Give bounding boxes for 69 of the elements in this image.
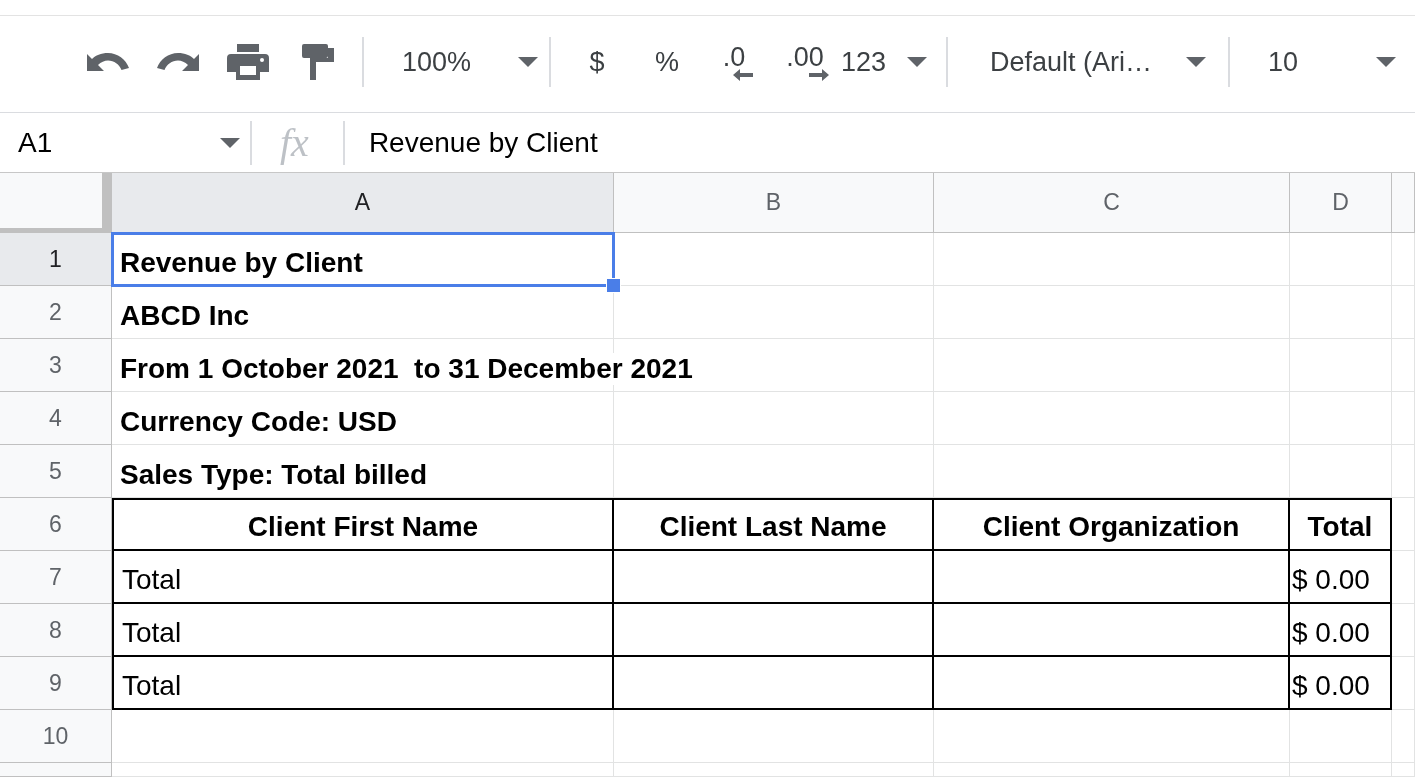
row-header[interactable]: 1 <box>0 233 112 286</box>
font-dropdown[interactable]: Default (Ari… <box>968 38 1218 86</box>
table-cell: $ 0.00 <box>1290 551 1392 604</box>
empty-cell[interactable] <box>614 763 934 777</box>
table-header-cell: Client Last Name <box>614 498 934 551</box>
percent-button[interactable]: % <box>645 38 689 86</box>
row-header[interactable]: 4 <box>0 392 112 445</box>
row-header[interactable]: 5 <box>0 445 112 498</box>
table-cell: Total <box>112 604 614 657</box>
right-arrow-icon <box>809 68 829 81</box>
column-header[interactable] <box>1392 173 1415 233</box>
redo-icon <box>157 50 199 74</box>
row-header[interactable]: 2 <box>0 286 112 339</box>
table-cell: Total <box>112 657 614 710</box>
caret-icon <box>518 57 538 67</box>
function-label: fx <box>280 119 309 166</box>
empty-cell[interactable] <box>1392 657 1415 710</box>
table-cell[interactable] <box>614 551 934 604</box>
row-header[interactable]: 10 <box>0 710 112 763</box>
paint-roller-icon <box>302 44 334 80</box>
empty-cell[interactable] <box>1290 763 1392 777</box>
table-cell[interactable] <box>934 551 1290 604</box>
column-header[interactable]: B <box>614 173 934 233</box>
fill-handle[interactable] <box>606 278 621 293</box>
table-cell[interactable] <box>934 657 1290 710</box>
caret-icon <box>220 137 240 148</box>
decrease-decimals-button[interactable]: .0 <box>711 38 757 86</box>
column-header[interactable]: D <box>1290 173 1392 233</box>
row-header[interactable]: 3 <box>0 339 112 392</box>
row-header[interactable]: 7 <box>0 551 112 604</box>
left-arrow-icon <box>733 68 753 81</box>
table-header-cell: Total <box>1290 498 1392 551</box>
empty-cell[interactable] <box>1392 604 1415 657</box>
row-header[interactable] <box>0 763 112 777</box>
row-header[interactable]: 8 <box>0 604 112 657</box>
table-cell: Total <box>112 551 614 604</box>
undo-icon <box>87 50 129 74</box>
caret-icon <box>1186 57 1206 67</box>
empty-cell[interactable] <box>1392 551 1415 604</box>
table-header-cell: Client Organization <box>934 498 1290 551</box>
font-size-dropdown[interactable]: 10 <box>1250 38 1400 86</box>
number-format-dropdown[interactable]: 123 <box>841 38 927 86</box>
print-icon <box>227 44 269 80</box>
zoom-dropdown[interactable]: 100% <box>386 38 546 86</box>
empty-cell[interactable] <box>1290 710 1392 763</box>
table-cell[interactable] <box>614 604 934 657</box>
column-header[interactable]: A <box>112 173 614 233</box>
row-header[interactable]: 9 <box>0 657 112 710</box>
table-cell: $ 0.00 <box>1290 604 1392 657</box>
row-header[interactable]: 6 <box>0 498 112 551</box>
table-cell[interactable] <box>614 657 934 710</box>
empty-cell[interactable] <box>1392 763 1415 777</box>
cell-text: From 1 October 2021 to 31 December 2021 <box>120 353 695 385</box>
table-cell[interactable] <box>934 604 1290 657</box>
select-all-corner[interactable] <box>0 173 112 233</box>
empty-cell[interactable] <box>614 710 934 763</box>
column-header[interactable]: C <box>934 173 1290 233</box>
caret-icon <box>907 57 927 67</box>
caret-icon <box>1376 57 1396 67</box>
currency-button[interactable]: $ <box>575 38 619 86</box>
empty-cell[interactable] <box>1392 498 1415 551</box>
table-cell: $ 0.00 <box>1290 657 1392 710</box>
empty-cell[interactable] <box>934 763 1290 777</box>
name-box[interactable]: A1 <box>0 117 250 168</box>
empty-cell[interactable] <box>934 710 1290 763</box>
table-header-cell: Client First Name <box>112 498 614 551</box>
formula-input[interactable]: Revenue by Client <box>368 126 598 159</box>
increase-decimals-button[interactable]: .00 <box>779 38 831 86</box>
empty-cell[interactable] <box>1392 710 1415 763</box>
